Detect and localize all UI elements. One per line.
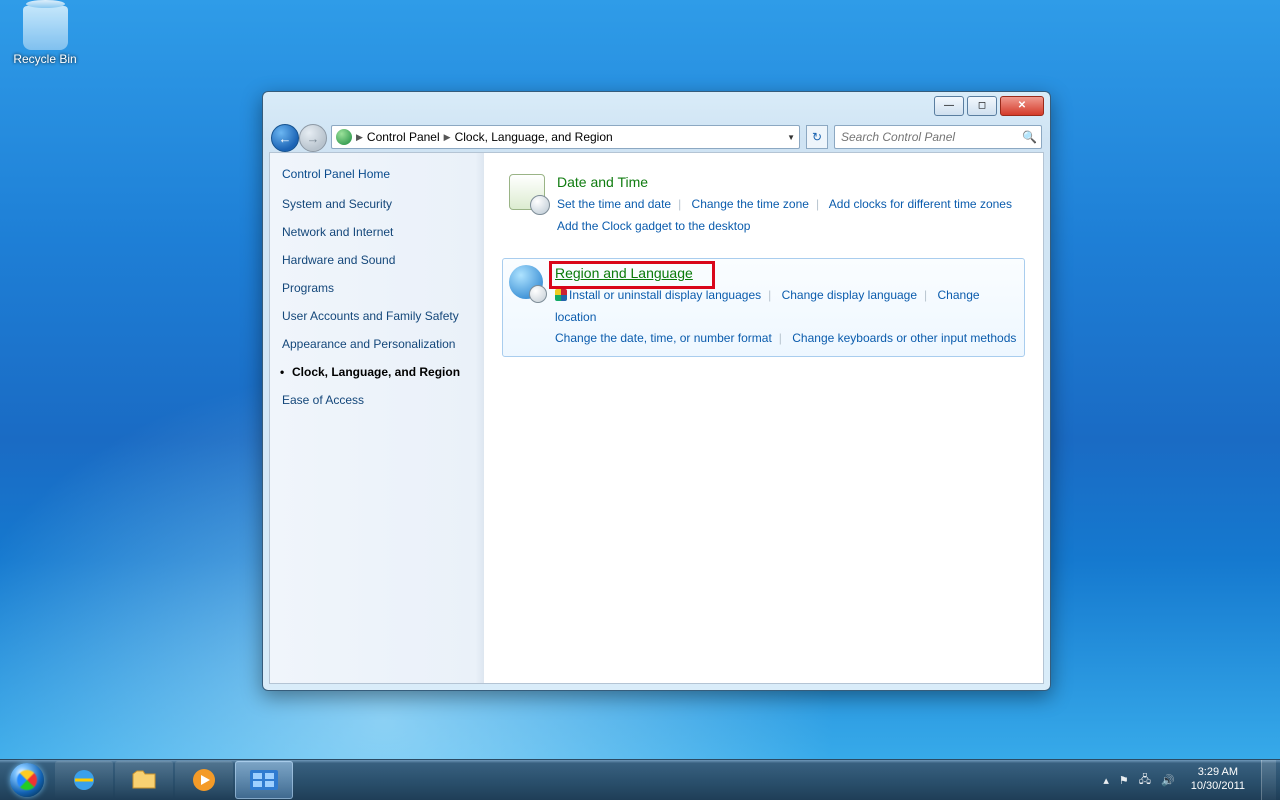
task-change-time-zone[interactable]: Change the time zone — [692, 197, 809, 211]
control-panel-icon — [249, 769, 279, 791]
address-dropdown-icon[interactable]: ▼ — [787, 133, 795, 142]
content-pane: Date and Time Set the time and date| Cha… — [484, 153, 1043, 683]
region-language-icon — [509, 265, 543, 299]
close-button[interactable]: ✕ — [1000, 96, 1044, 116]
taskbar[interactable]: ▴ ⚑ 🖧 🔊 3:29 AM 10/30/2011 — [0, 759, 1280, 800]
navigation-row: ← → ▶ Control Panel ▶ Clock, Language, a… — [263, 122, 1050, 152]
taskbar-app-media-player[interactable] — [175, 761, 233, 799]
control-panel-window: — ◻ ✕ ← → ▶ Control Panel ▶ Clock, Langu… — [262, 91, 1051, 691]
category-heading[interactable]: Date and Time — [557, 174, 1012, 190]
window-titlebar[interactable]: — ◻ ✕ — [263, 92, 1050, 122]
network-icon[interactable]: 🖧 — [1139, 771, 1151, 790]
sidebar-item-hardware-sound[interactable]: Hardware and Sound — [282, 253, 472, 268]
task-list: Set the time and date| Change the time z… — [557, 194, 1012, 237]
task-list: Install or uninstall display languages| … — [555, 285, 1018, 350]
search-input[interactable] — [839, 129, 1022, 145]
uac-shield-icon — [555, 289, 567, 301]
folder-icon — [131, 769, 157, 791]
sidebar-item-network-internet[interactable]: Network and Internet — [282, 225, 472, 240]
sidebar: Control Panel Home System and Security N… — [270, 153, 484, 683]
category-heading[interactable]: Region and Language — [555, 265, 1018, 281]
maximize-button[interactable]: ◻ — [967, 96, 997, 116]
taskbar-app-control-panel[interactable] — [235, 761, 293, 799]
sidebar-item-ease-of-access[interactable]: Ease of Access — [282, 393, 472, 408]
refresh-button[interactable]: ↻ — [806, 125, 828, 149]
task-add-clock-gadget[interactable]: Add the Clock gadget to the desktop — [557, 219, 750, 233]
breadcrumb-separator-icon: ▶ — [356, 132, 363, 143]
tray-overflow-icon[interactable]: ▴ — [1103, 774, 1109, 787]
category-region-and-language: Region and Language Install or uninstall… — [502, 258, 1025, 357]
desktop-icon-label: Recycle Bin — [10, 52, 80, 66]
clock-date: 10/30/2011 — [1191, 780, 1245, 794]
task-change-display-language[interactable]: Change display language — [782, 288, 917, 302]
control-panel-icon — [336, 129, 352, 145]
media-player-icon — [191, 767, 217, 793]
address-bar[interactable]: ▶ Control Panel ▶ Clock, Language, and R… — [331, 125, 800, 149]
search-box[interactable]: 🔍 — [834, 125, 1042, 149]
sidebar-item-system-security[interactable]: System and Security — [282, 197, 472, 212]
volume-icon[interactable]: 🔊 — [1161, 774, 1175, 787]
sidebar-item-appearance[interactable]: Appearance and Personalization — [282, 337, 472, 352]
breadcrumb-current[interactable]: Clock, Language, and Region — [455, 130, 613, 144]
start-button[interactable] — [0, 760, 54, 800]
action-center-icon[interactable]: ⚑ — [1119, 774, 1129, 787]
show-desktop-button[interactable] — [1261, 760, 1276, 800]
breadcrumb-separator-icon: ▶ — [444, 132, 451, 143]
clock-time: 3:29 AM — [1191, 766, 1245, 780]
back-button[interactable]: ← — [271, 124, 299, 152]
taskbar-app-explorer[interactable] — [115, 761, 173, 799]
minimize-button[interactable]: — — [934, 96, 964, 116]
taskbar-app-ie[interactable] — [55, 761, 113, 799]
category-date-and-time: Date and Time Set the time and date| Cha… — [502, 167, 1025, 244]
system-tray: ▴ ⚑ 🖧 🔊 3:29 AM 10/30/2011 — [1099, 760, 1280, 800]
task-change-formats[interactable]: Change the date, time, or number format — [555, 331, 772, 345]
recycle-bin-icon — [23, 6, 68, 50]
search-icon: 🔍 — [1022, 130, 1037, 144]
sidebar-item-user-accounts[interactable]: User Accounts and Family Safety — [282, 309, 472, 324]
breadcrumb-root[interactable]: Control Panel — [367, 130, 440, 144]
forward-button[interactable]: → — [299, 124, 327, 152]
sidebar-home-link[interactable]: Control Panel Home — [282, 167, 472, 181]
task-install-languages[interactable]: Install or uninstall display languages — [569, 288, 761, 302]
sidebar-item-clock-language-region[interactable]: Clock, Language, and Region — [282, 365, 472, 380]
sidebar-item-programs[interactable]: Programs — [282, 281, 472, 296]
start-orb-icon — [10, 763, 44, 797]
desktop-icon-recycle-bin[interactable]: Recycle Bin — [10, 6, 80, 66]
task-set-time-date[interactable]: Set the time and date — [557, 197, 671, 211]
taskbar-clock[interactable]: 3:29 AM 10/30/2011 — [1185, 766, 1251, 794]
task-add-clocks[interactable]: Add clocks for different time zones — [829, 197, 1012, 211]
ie-icon — [71, 767, 97, 793]
date-time-icon — [509, 174, 545, 210]
task-change-keyboards[interactable]: Change keyboards or other input methods — [792, 331, 1016, 345]
